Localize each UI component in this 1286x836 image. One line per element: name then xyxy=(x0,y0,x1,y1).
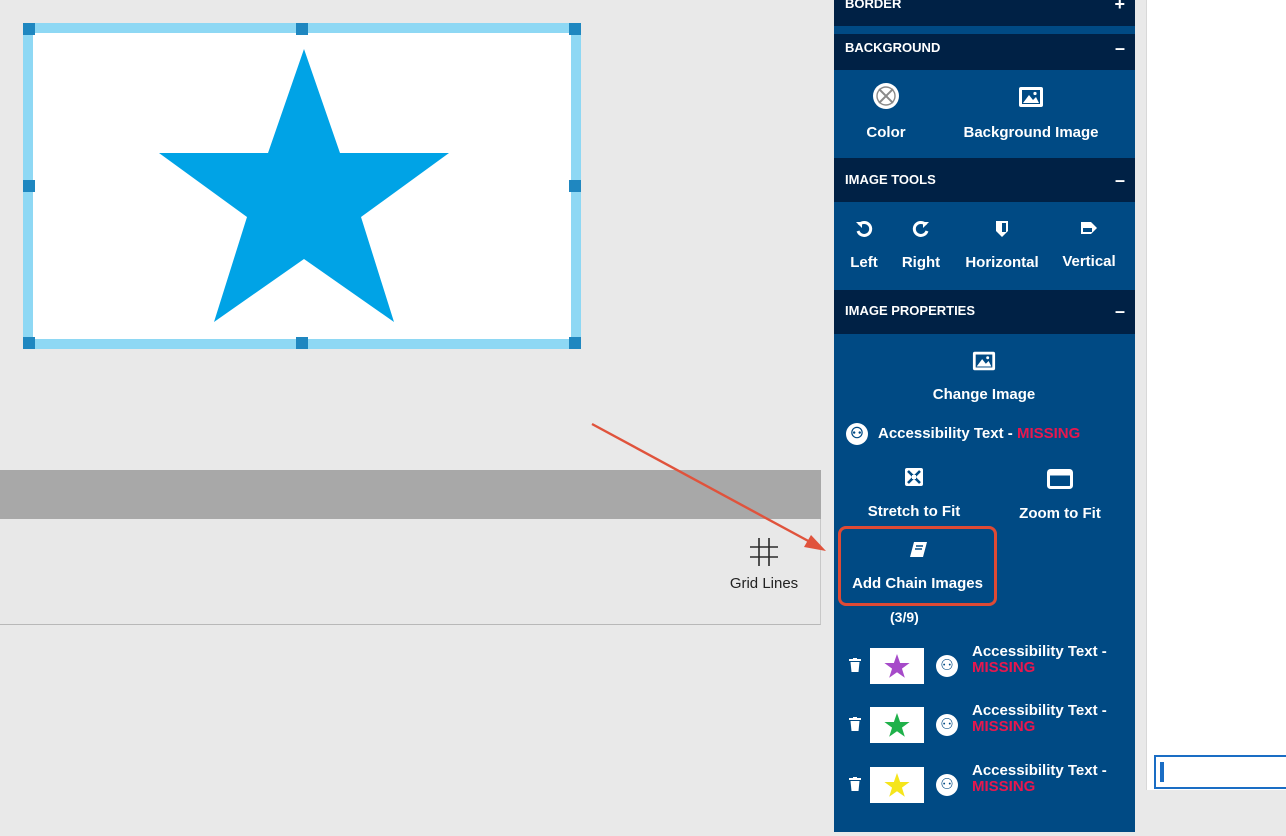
resize-handle-bm[interactable] xyxy=(296,337,308,349)
chain-image-thumbnail[interactable] xyxy=(870,648,924,684)
window-icon xyxy=(1047,469,1073,489)
section-image-tools-title: IMAGE TOOLS xyxy=(845,172,936,187)
rotate-right-label: Right xyxy=(901,254,941,271)
trash-icon[interactable] xyxy=(849,777,861,791)
background-color-label: Color xyxy=(866,124,906,141)
stretch-to-fit-label: Stretch to Fit xyxy=(867,503,961,520)
chain-star-shape xyxy=(884,773,910,797)
no-color-icon xyxy=(873,83,899,109)
resize-handle-tm[interactable] xyxy=(296,23,308,35)
accessibility-status: MISSING xyxy=(972,659,1036,676)
trash-icon[interactable] xyxy=(849,717,861,731)
chain-image-item[interactable]: ⚇ Accessibility Text - MISSING xyxy=(846,703,1132,747)
star-icon xyxy=(884,773,910,797)
add-chain-images-button[interactable]: Add Chain Images xyxy=(838,526,997,606)
chain-star-shape xyxy=(884,713,910,737)
properties-panel: BORDER + BACKGROUND – Color Background I… xyxy=(834,0,1135,832)
star-icon xyxy=(884,654,910,678)
change-image-label: Change Image xyxy=(932,386,1036,403)
accessibility-text-label: Accessibility Text - xyxy=(972,762,1107,779)
section-image-properties-title: IMAGE PROPERTIES xyxy=(845,303,976,318)
resize-handle-br[interactable] xyxy=(569,337,581,349)
accessibility-icon[interactable]: ⚇ xyxy=(936,714,958,736)
text-cursor xyxy=(1160,762,1164,782)
section-border-title: BORDER xyxy=(845,0,902,11)
accessibility-text-label: Accessibility Text - xyxy=(878,424,1017,442)
right-canvas-area xyxy=(1146,0,1286,790)
rotate-right-icon xyxy=(912,220,929,237)
zoom-to-fit-button[interactable]: Zoom to Fit xyxy=(1010,469,1110,522)
expand-icon[interactable]: + xyxy=(1114,0,1125,14)
chain-accessibility-text[interactable]: Accessibility Text - MISSING xyxy=(972,644,1107,676)
section-background-title: BACKGROUND xyxy=(845,40,941,55)
rotate-right-button[interactable]: Right xyxy=(898,220,944,271)
grid-icon xyxy=(722,537,806,567)
rotate-left-button[interactable]: Left xyxy=(846,220,882,271)
expand-arrows-icon xyxy=(905,468,923,486)
rotate-left-icon xyxy=(856,220,873,237)
section-image-tools-header[interactable]: IMAGE TOOLS – xyxy=(834,158,1135,202)
accessibility-icon: ⚇ xyxy=(846,423,868,445)
zoom-to-fit-label: Zoom to Fit xyxy=(1019,505,1101,522)
resize-handle-bl[interactable] xyxy=(23,337,35,349)
accessibility-text-label: Accessibility Text - xyxy=(972,702,1107,719)
chain-count: (3/9) xyxy=(890,609,919,625)
background-image-label: Background Image xyxy=(963,124,1099,141)
accessibility-text-button[interactable]: ⚇ Accessibility Text - MISSING xyxy=(846,423,1080,445)
section-background-header[interactable]: BACKGROUND – xyxy=(834,34,1135,70)
collapse-icon[interactable]: – xyxy=(1115,290,1125,332)
flip-horizontal-icon xyxy=(996,221,1008,237)
image-icon xyxy=(1019,87,1043,107)
flip-vertical-icon xyxy=(1081,222,1097,234)
stretch-to-fit-button[interactable]: Stretch to Fit xyxy=(858,467,970,520)
resize-handle-ml[interactable] xyxy=(23,180,35,192)
trash-icon[interactable] xyxy=(849,658,861,672)
section-image-properties-header[interactable]: IMAGE PROPERTIES – xyxy=(834,290,1135,334)
accessibility-icon[interactable]: ⚇ xyxy=(936,774,958,796)
accessibility-icon[interactable]: ⚇ xyxy=(936,655,958,677)
image-icon xyxy=(972,351,996,371)
grid-lines-button[interactable]: Grid Lines xyxy=(722,537,806,592)
resize-handle-mr[interactable] xyxy=(569,180,581,192)
change-image-button[interactable]: Change Image xyxy=(912,350,1056,403)
toolbar-header-bar xyxy=(0,470,821,519)
add-chain-images-label: Add Chain Images xyxy=(852,575,983,592)
book-icon xyxy=(909,542,927,557)
flip-vertical-button[interactable]: Vertical xyxy=(1052,220,1126,270)
chain-image-item[interactable]: ⚇ Accessibility Text - MISSING xyxy=(846,644,1132,688)
grid-lines-label: Grid Lines xyxy=(729,575,799,592)
chain-image-thumbnail[interactable] xyxy=(870,707,924,743)
star-icon xyxy=(884,713,910,737)
flip-horizontal-button[interactable]: Horizontal xyxy=(960,220,1044,271)
selected-image-frame[interactable] xyxy=(23,23,581,349)
collapse-icon[interactable]: – xyxy=(1115,34,1125,62)
chain-image-item[interactable]: ⚇ Accessibility Text - MISSING xyxy=(846,763,1132,807)
collapse-icon[interactable]: – xyxy=(1115,158,1125,202)
section-border-header[interactable]: BORDER + xyxy=(834,0,1135,26)
flip-horizontal-label: Horizontal xyxy=(965,254,1039,271)
chain-image-thumbnail[interactable] xyxy=(870,767,924,803)
resize-handle-tr[interactable] xyxy=(569,23,581,35)
flip-vertical-label: Vertical xyxy=(1062,253,1116,270)
background-image-button[interactable]: Background Image xyxy=(956,86,1106,141)
chain-accessibility-text[interactable]: Accessibility Text - MISSING xyxy=(972,703,1107,735)
star-shape-icon[interactable] xyxy=(159,49,449,325)
chain-accessibility-text[interactable]: Accessibility Text - MISSING xyxy=(972,763,1107,795)
accessibility-status: MISSING xyxy=(1016,424,1081,442)
bottom-toolbar: Grid Lines xyxy=(0,519,821,625)
rotate-left-label: Left xyxy=(850,254,878,271)
accessibility-status: MISSING xyxy=(972,778,1036,795)
resize-handle-tl[interactable] xyxy=(23,23,35,35)
accessibility-text-label: Accessibility Text - xyxy=(972,643,1107,660)
chain-star-shape xyxy=(884,654,910,678)
accessibility-status: MISSING xyxy=(972,718,1036,735)
text-input[interactable] xyxy=(1154,755,1286,789)
background-color-button[interactable]: Color xyxy=(856,82,916,141)
